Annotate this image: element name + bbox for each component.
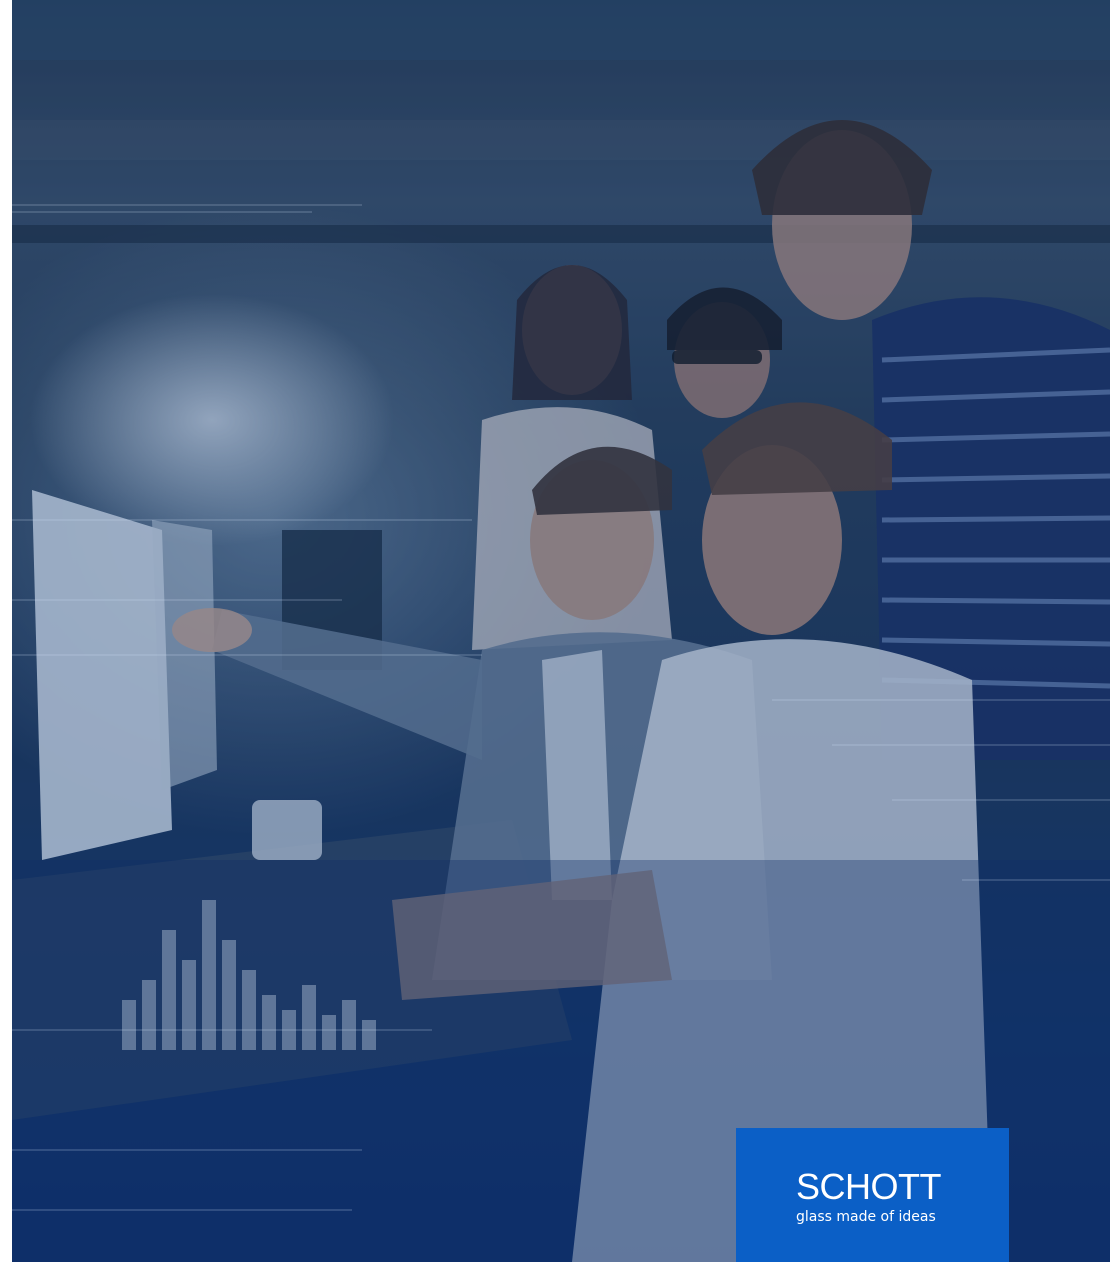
team-photo	[12, 0, 1110, 1262]
logo-wordmark: SCHOTT	[796, 1166, 942, 1207]
photo-illustration	[12, 0, 1110, 1262]
cover-page: SCHOTT glass made of ideas	[0, 0, 1110, 1262]
logo-tagline: glass made of ideas	[796, 1209, 936, 1225]
schott-logo: SCHOTT glass made of ideas	[736, 1128, 1009, 1262]
